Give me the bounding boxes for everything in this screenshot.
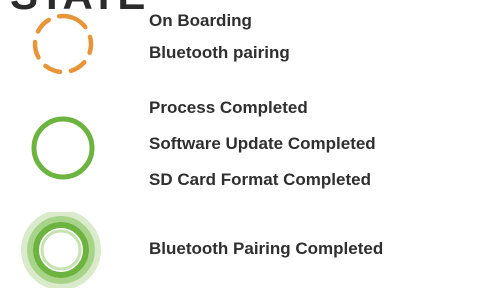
solid-green-ring-icon [26, 111, 100, 185]
legend-label-software-update-completed: Software Update Completed [149, 134, 376, 153]
legend-label-sd-card-format-completed: SD Card Format Completed [149, 170, 371, 189]
legend-label-process-completed: Process Completed [149, 98, 308, 117]
legend-label-bluetooth-pairing-completed: Bluetooth Pairing Completed [149, 239, 384, 258]
legend-label-on-boarding: On Boarding [149, 11, 252, 30]
glowing-green-ring-icon [18, 212, 104, 288]
dashed-orange-circle-icon [26, 8, 100, 80]
legend-label-bluetooth-pairing: Bluetooth pairing [149, 43, 290, 62]
